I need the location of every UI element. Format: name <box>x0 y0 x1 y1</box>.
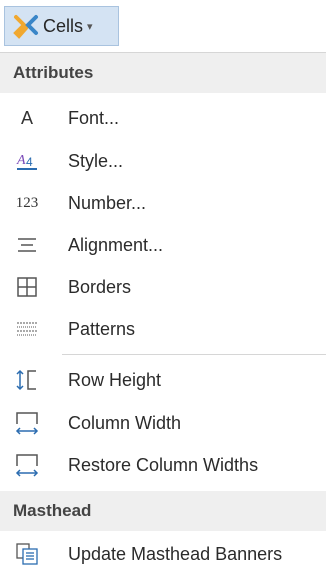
menu-item-style[interactable]: A 4 Style... <box>0 140 326 182</box>
menu-item-label: Number... <box>68 192 147 213</box>
menu-item-row-height[interactable]: Row Height <box>0 359 326 401</box>
menu-item-label: Restore Column Widths <box>68 454 259 475</box>
number-icon: 123 <box>15 194 39 211</box>
menu-item-label: Style... <box>68 150 124 171</box>
menu-item-label: Patterns <box>68 318 136 339</box>
menu-item-update-masthead-banners[interactable]: Update Masthead Banners <box>0 533 326 575</box>
menu-separator <box>62 354 326 355</box>
menu-item-label: Update Masthead Banners <box>68 543 283 564</box>
cells-icon <box>13 13 39 39</box>
alignment-icon <box>14 232 40 258</box>
menu-item-patterns[interactable]: Patterns <box>0 308 326 350</box>
section-header-attributes: Attributes <box>0 53 326 93</box>
cells-label: Cells <box>43 15 84 36</box>
menu-item-number[interactable]: 123 Number... <box>0 182 326 224</box>
menu-item-label: Alignment... <box>68 234 164 255</box>
font-icon: A <box>20 107 33 128</box>
menu-item-label: Column Width <box>68 412 182 433</box>
menu-item-label: Borders <box>68 276 132 297</box>
restore-column-widths-icon <box>14 452 40 478</box>
menu-item-borders[interactable]: Borders <box>0 266 326 308</box>
row-height-icon <box>14 367 40 393</box>
menu-item-label: Row Height <box>68 369 162 390</box>
borders-icon <box>14 274 40 300</box>
svg-text:4: 4 <box>26 155 33 169</box>
menu-item-column-width[interactable]: Column Width <box>0 402 326 444</box>
menu-item-label: Font... <box>68 107 120 128</box>
cells-menu-button[interactable]: Cells ▾ <box>4 6 119 46</box>
svg-text:A: A <box>16 153 26 168</box>
menu-item-alignment[interactable]: Alignment... <box>0 224 326 266</box>
section-header-masthead: Masthead <box>0 491 326 531</box>
chevron-down-icon: ▾ <box>87 20 93 33</box>
patterns-icon <box>14 316 40 342</box>
masthead-banners-icon <box>14 541 40 567</box>
style-icon: A 4 <box>14 148 40 174</box>
cells-dropdown-menu: Attributes A Font... A 4 Style... 123 Nu… <box>0 52 326 566</box>
column-width-icon <box>14 410 40 436</box>
menu-item-restore-column-widths[interactable]: Restore Column Widths <box>0 444 326 486</box>
menu-item-font[interactable]: A Font... <box>0 97 326 139</box>
